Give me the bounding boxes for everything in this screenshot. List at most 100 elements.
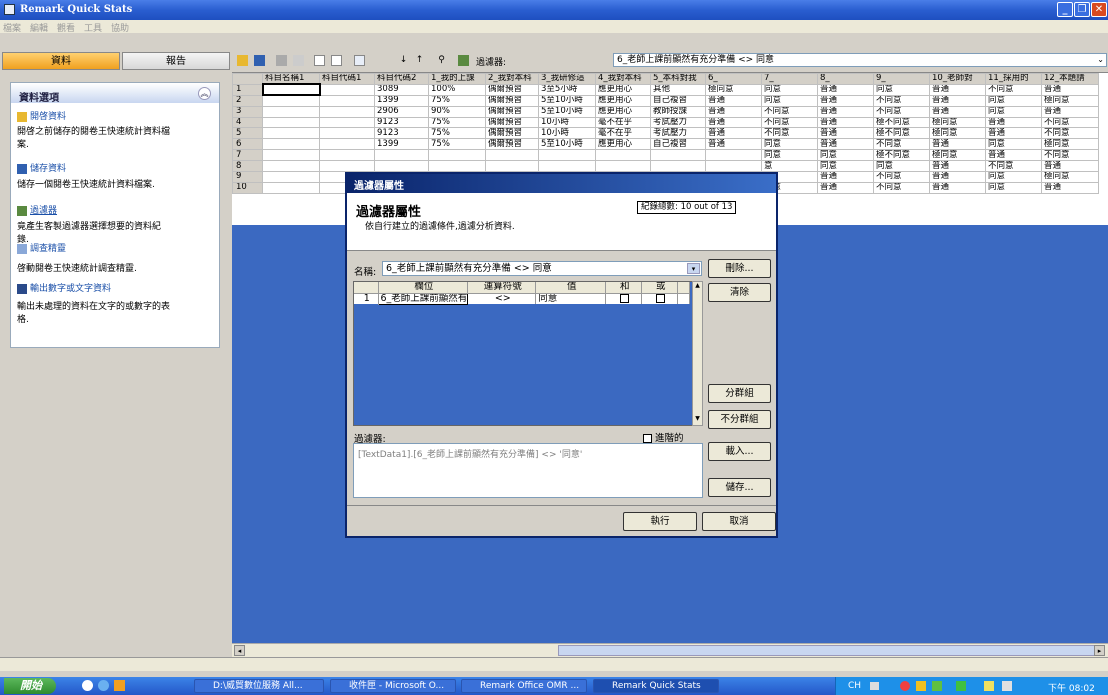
grid-cell[interactable]: 極同意 [1041, 171, 1099, 183]
desktop-icon[interactable] [82, 680, 93, 691]
scroll-up-icon[interactable]: ▲ [693, 282, 702, 292]
grid-cell[interactable]: 10小時 [538, 116, 596, 129]
save-button[interactable]: 儲存... [708, 478, 771, 497]
grid-cell[interactable]: 普通 [817, 127, 874, 140]
grid-cell[interactable]: 偶爾預習 [485, 83, 539, 96]
grid-cell[interactable] [262, 181, 320, 194]
grid-cell[interactable]: 同意 [761, 94, 818, 107]
grid-cell[interactable]: 教師授課 [650, 105, 706, 118]
copy-icon[interactable] [293, 55, 304, 66]
delete-column-icon[interactable] [331, 55, 342, 66]
load-button[interactable]: 載入... [708, 442, 771, 461]
grid-cell[interactable]: 普通 [985, 127, 1042, 140]
sort-ascending-icon[interactable]: ↓ [398, 55, 409, 66]
grid-cell[interactable]: 偶爾預習 [485, 105, 539, 118]
task-remark-omr[interactable]: Remark Office OMR ... [461, 679, 587, 693]
grid-cell[interactable]: 普通 [1041, 105, 1099, 118]
grid-cell[interactable]: 不同意 [761, 116, 818, 129]
keyboard-icon[interactable] [870, 682, 879, 690]
grid-cell[interactable]: 同意 [985, 105, 1042, 118]
grid-cell[interactable]: 毫不在乎 [595, 116, 651, 129]
grid-cell[interactable]: 同意 [761, 138, 818, 151]
grid-cell[interactable] [705, 160, 762, 173]
grid-cell[interactable]: 同意 [985, 94, 1042, 107]
column-header[interactable]: 3_我研修這 [538, 73, 596, 85]
scroll-thumb[interactable] [558, 645, 1103, 656]
cond-value-cell[interactable]: 同意 [535, 293, 607, 304]
grid-cell[interactable]: 極同意 [1041, 94, 1099, 107]
grid-cell[interactable]: 極不同意 [873, 116, 930, 129]
grid-cell[interactable]: 不同意 [873, 94, 930, 107]
grid-cell[interactable]: 考試壓力 [650, 116, 706, 129]
grid-cell[interactable]: 不同意 [873, 138, 930, 151]
grid-cell[interactable] [374, 160, 429, 173]
grid-cell[interactable]: 極同意 [929, 127, 986, 140]
grid-cell[interactable]: 普通 [929, 171, 986, 183]
grid-cell[interactable]: 1399 [374, 138, 429, 151]
tab-report[interactable]: 報告 [122, 52, 230, 70]
grid-cell[interactable]: 極同意 [1041, 138, 1099, 151]
grid-cell[interactable]: 不同意 [761, 105, 818, 118]
tab-data[interactable]: 資料 [2, 52, 120, 70]
grid-cell[interactable]: 普通 [705, 127, 762, 140]
shield-icon[interactable] [916, 681, 926, 691]
grid-cell[interactable]: 普通 [929, 181, 986, 194]
conditions-grid[interactable]: 欄位 運算符號 值 和 或 1 6_老師上課前顯然有 <> 同意 [353, 281, 698, 426]
grid-cell[interactable]: 同意 [761, 83, 818, 96]
grid-cell[interactable]: 普通 [817, 83, 874, 96]
grid-cell[interactable] [428, 160, 486, 173]
grid-cell[interactable]: 10小時 [538, 127, 596, 140]
grid-cell[interactable]: 偶爾預習 [485, 138, 539, 151]
export-item[interactable]: 輸出數字或文字資料 [17, 281, 111, 294]
grid-cell[interactable] [595, 149, 651, 162]
grid-cell[interactable]: 普通 [929, 138, 986, 151]
grid-cell[interactable]: 75% [428, 94, 486, 107]
language-indicator[interactable]: CH [848, 681, 861, 691]
column-header[interactable]: 6_ [705, 73, 762, 85]
grid-cell[interactable]: 普通 [929, 83, 986, 96]
grid-cell[interactable]: 同意 [985, 138, 1042, 151]
grid-cell[interactable] [262, 149, 320, 162]
outlook-icon[interactable] [114, 680, 125, 691]
grid-cell[interactable]: 90% [428, 105, 486, 118]
conditions-scrollbar[interactable]: ▲ ▼ [692, 281, 703, 426]
grid-cell[interactable]: 普通 [705, 105, 762, 118]
or-checkbox[interactable] [656, 293, 666, 303]
grid-cell[interactable] [428, 149, 486, 162]
grid-cell[interactable]: 同意 [985, 181, 1042, 194]
minimize-button[interactable]: _ [1057, 2, 1073, 17]
row-header[interactable]: 7 [232, 149, 263, 162]
grid-cell[interactable] [319, 149, 375, 162]
grid-cell[interactable] [262, 138, 320, 151]
grid-cell[interactable] [261, 83, 321, 97]
grid-cell[interactable] [319, 138, 375, 151]
grid-cell[interactable] [262, 116, 320, 129]
grid-cell[interactable]: 意 [761, 160, 818, 173]
grid-cell[interactable]: 不同意 [873, 105, 930, 118]
grid-cell[interactable]: 普通 [929, 105, 986, 118]
cond-field-cell[interactable]: 6_老師上課前顯然有 [377, 292, 469, 305]
table-row[interactable]: 5 9123 75% 偶爾預習 10小時 毫不在乎 考試壓力 普通 不同意 普通 極不同意 極同意 普通… [232, 127, 1099, 140]
grid-cell[interactable]: 不同意 [873, 171, 930, 183]
table-row[interactable]: 7 同意 同意 極不同意 極同意 普通 不同意 [232, 149, 1099, 162]
grid-cell[interactable]: 考試壓力 [650, 127, 706, 140]
grid-cell[interactable]: 不同意 [761, 127, 818, 140]
column-header[interactable]: 科目代碼1 [319, 73, 375, 85]
group-button[interactable]: 分群組 [708, 384, 771, 403]
grid-cell[interactable] [319, 105, 375, 118]
open-icon[interactable] [237, 55, 248, 66]
grid-cell[interactable] [262, 94, 320, 107]
grid-cell[interactable]: 同意 [985, 171, 1042, 183]
grid-cell[interactable]: 3089 [374, 83, 429, 96]
grid-cell[interactable]: 普通 [705, 116, 762, 129]
column-header[interactable]: 7_ [761, 73, 818, 85]
properties-icon[interactable] [354, 55, 365, 66]
grid-cell[interactable]: 普通 [985, 116, 1042, 129]
table-row[interactable]: 1 3089 100% 偶爾預習 3至5小時 應更用心 其他 極同意 同意 普通 同意 普通 不同意 普通 [232, 83, 1099, 97]
grid-cell[interactable]: 不同意 [1041, 116, 1099, 129]
column-header[interactable]: 10_老師對 [929, 73, 986, 85]
advanced-checkbox[interactable] [643, 434, 652, 443]
column-header[interactable]: 科目名稱1 [262, 73, 320, 85]
grid-cell[interactable]: 不同意 [985, 160, 1042, 173]
column-header[interactable]: 11_採用的 [985, 73, 1042, 85]
